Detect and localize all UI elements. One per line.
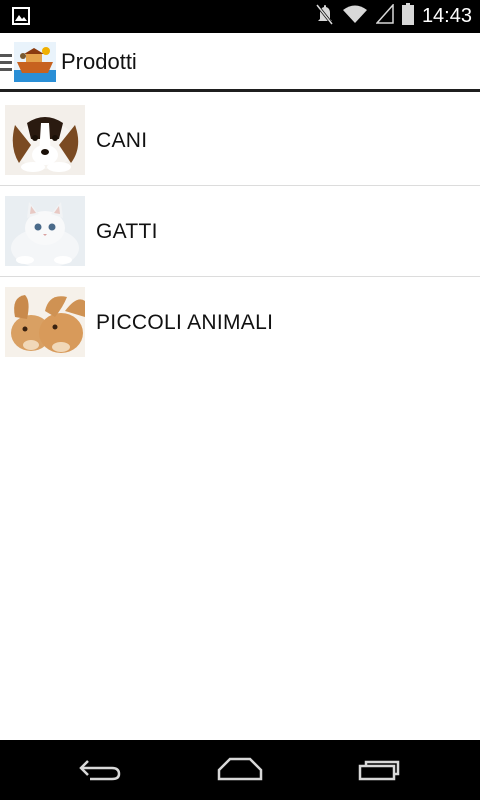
signal-icon [375, 3, 394, 29]
list-item-label: PICCOLI ANIMALI [96, 311, 274, 334]
back-icon [78, 757, 122, 786]
list-item-piccoli-animali[interactable]: PICCOLI ANIMALI [0, 277, 480, 368]
recents-icon [357, 757, 403, 786]
puppy-thumbnail [5, 105, 85, 175]
rabbits-thumbnail [5, 287, 85, 357]
action-bar: Prodotti [0, 33, 480, 91]
status-icons: 14:43 [314, 0, 472, 33]
list-item-label: CANI [96, 129, 148, 152]
page-title: Prodotti [61, 49, 137, 74]
status-bar: 14:43 [0, 0, 480, 33]
home-button[interactable] [210, 754, 270, 788]
action-bar-divider [0, 89, 480, 92]
home-icon [216, 756, 264, 787]
back-button[interactable] [70, 754, 130, 788]
status-time: 14:43 [421, 5, 472, 27]
navigation-bar [0, 740, 480, 800]
drawer-icon[interactable] [0, 53, 12, 76]
recents-button[interactable] [350, 754, 410, 788]
app-logo-ark-icon[interactable] [14, 42, 56, 82]
wifi-icon [342, 4, 368, 29]
list-item-cani[interactable]: CANI [0, 95, 480, 186]
kitten-thumbnail [5, 196, 85, 266]
battery-icon [401, 3, 414, 30]
category-list: CANI GATTI PICCOLI ANIMALI [0, 95, 480, 368]
gallery-icon [12, 7, 30, 30]
list-item-gatti[interactable]: GATTI [0, 186, 480, 277]
mute-icon [314, 3, 334, 30]
list-item-label: GATTI [96, 220, 158, 243]
